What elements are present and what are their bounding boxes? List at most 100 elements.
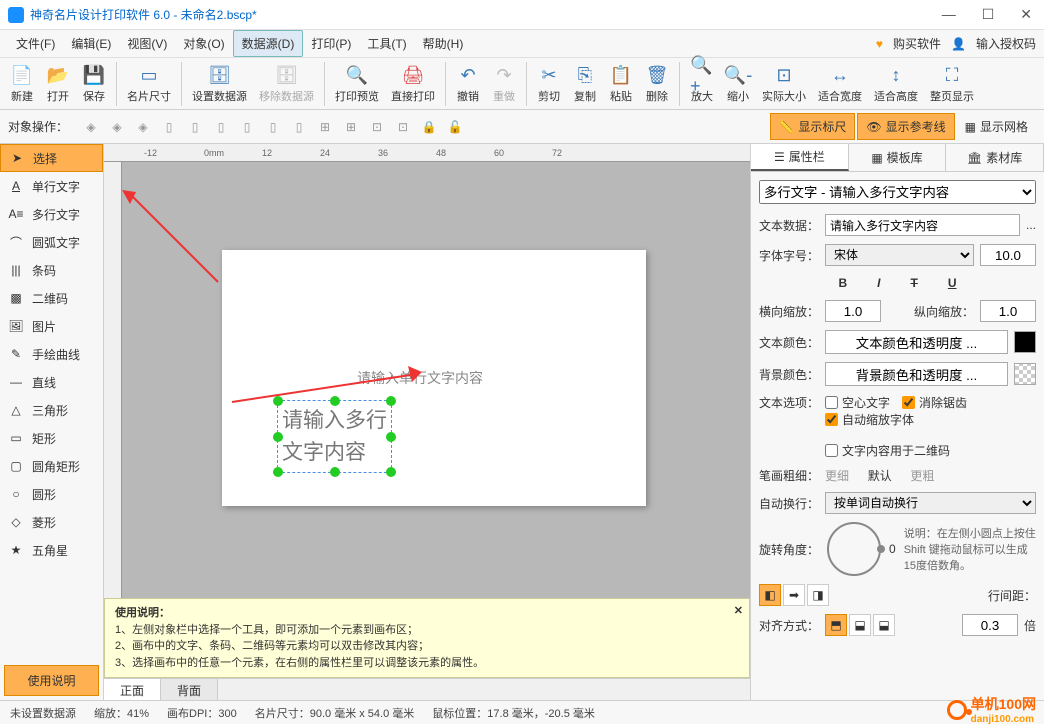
show-grid-toggle[interactable]: ▦显示网格 <box>957 114 1036 139</box>
new-button[interactable]: 📄新建 <box>4 62 40 106</box>
tool-rect[interactable]: ▭矩形 <box>0 424 103 452</box>
antialias-checkbox[interactable]: 消除锯齿 <box>902 394 967 411</box>
show-guides-toggle[interactable]: 👁显示参考线 <box>857 113 954 140</box>
multi-line-text-element[interactable]: 请输入多行文字内容 <box>277 400 392 473</box>
tab-assets[interactable]: 🏛素材库 <box>946 144 1044 171</box>
single-line-text-element[interactable]: 请输入单行文字内容 <box>357 368 483 388</box>
menu-file[interactable]: 文件(F) <box>8 31 63 56</box>
ungroup-icon[interactable]: ⊡ <box>392 116 414 138</box>
tab-properties[interactable]: ☰属性栏 <box>751 144 849 171</box>
show-ruler-toggle[interactable]: 📏显示标尺 <box>770 113 855 140</box>
bg-color-button[interactable]: 背景颜色和透明度 ... <box>825 362 1008 386</box>
italic-button[interactable]: I <box>871 274 886 292</box>
stroke-thin-button[interactable]: 更细 <box>825 467 849 484</box>
tab-back[interactable]: 背面 <box>161 679 218 700</box>
object-selector[interactable]: 多行文字 - 请输入多行文字内容 <box>759 180 1036 204</box>
autoscale-font-checkbox[interactable]: 自动缩放字体 <box>825 411 1036 428</box>
lock-icon[interactable]: 🔒 <box>418 116 440 138</box>
maximize-button[interactable]: ☐ <box>978 6 999 23</box>
tool-qrcode[interactable]: ▩二维码 <box>0 284 103 312</box>
print-preview-button[interactable]: 🔍打印预览 <box>329 62 385 106</box>
align-h-right-button[interactable]: ◨ <box>807 584 829 606</box>
distribute-v-icon[interactable]: ⊞ <box>340 116 362 138</box>
tab-templates[interactable]: ▦模板库 <box>849 144 947 171</box>
resize-handle-n[interactable] <box>330 396 340 406</box>
buy-software-link[interactable]: 购买软件 <box>893 35 941 52</box>
font-select[interactable]: 宋体 <box>825 244 974 266</box>
tool-freehand[interactable]: ✎手绘曲线 <box>0 340 103 368</box>
tool-diamond[interactable]: ◇菱形 <box>0 508 103 536</box>
menu-object[interactable]: 对象(O) <box>175 31 232 56</box>
menu-edit[interactable]: 编辑(E) <box>63 31 119 56</box>
rotation-dial[interactable] <box>827 522 881 576</box>
set-datasource-button[interactable]: 🗄设置数据源 <box>186 62 253 106</box>
align-top-icon[interactable]: ▯ <box>236 116 258 138</box>
menu-view[interactable]: 视图(V) <box>119 31 175 56</box>
copy-button[interactable]: ⎘复制 <box>567 62 603 106</box>
tab-front[interactable]: 正面 <box>104 679 161 700</box>
paste-button[interactable]: 📋粘贴 <box>603 62 639 106</box>
tool-barcode[interactable]: |||条码 <box>0 256 103 284</box>
align-bottom-icon[interactable]: ▯ <box>288 116 310 138</box>
menu-help[interactable]: 帮助(H) <box>415 31 472 56</box>
save-button[interactable]: 💾保存 <box>76 62 112 106</box>
vscale-input[interactable] <box>980 300 1036 322</box>
hollow-text-checkbox[interactable]: 空心文字 <box>825 394 890 411</box>
remove-datasource-button[interactable]: 🗄移除数据源 <box>253 62 320 106</box>
card-size-button[interactable]: ▭名片尺寸 <box>121 62 177 106</box>
card-canvas[interactable]: 请输入单行文字内容 请输入多行文字内容 <box>222 250 646 506</box>
align-h-left-button[interactable]: ◧ <box>759 584 781 606</box>
tool-star[interactable]: ★五角星 <box>0 536 103 564</box>
canvas-area[interactable]: -12 0mm 12 24 36 48 60 72 请输入单行文字内容 请输入多… <box>104 144 750 700</box>
zoom-in-button[interactable]: 🔍+放大 <box>684 62 720 106</box>
stroke-thick-button[interactable]: 更粗 <box>910 467 934 484</box>
align-middle-icon[interactable]: ▯ <box>262 116 284 138</box>
bold-button[interactable]: B <box>832 274 853 292</box>
layer-front-icon[interactable]: ◈ <box>106 116 128 138</box>
hscale-input[interactable] <box>825 300 881 322</box>
help-close-button[interactable]: ✕ <box>734 603 743 620</box>
strike-button[interactable]: T <box>905 274 924 292</box>
open-button[interactable]: 📂打开 <box>40 62 76 106</box>
line-space-input[interactable] <box>962 614 1018 636</box>
fit-page-button[interactable]: ⛶整页显示 <box>924 62 980 106</box>
close-button[interactable]: ✕ <box>1016 6 1036 23</box>
qr-content-checkbox[interactable]: 文字内容用于二维码 <box>825 442 1036 459</box>
distribute-h-icon[interactable]: ⊞ <box>314 116 336 138</box>
minimize-button[interactable]: — <box>938 6 960 23</box>
zoom-out-button[interactable]: 🔍-缩小 <box>720 62 756 106</box>
align-center-icon[interactable]: ▯ <box>184 116 206 138</box>
tool-image[interactable]: 🖼图片 <box>0 312 103 340</box>
tool-arc-text[interactable]: ⌒圆弧文字 <box>0 228 103 256</box>
align-left-icon[interactable]: ▯ <box>158 116 180 138</box>
text-color-button[interactable]: 文本颜色和透明度 ... <box>825 330 1008 354</box>
tool-round-rect[interactable]: ▢圆角矩形 <box>0 452 103 480</box>
tool-select[interactable]: ➤选择 <box>0 144 103 172</box>
cut-button[interactable]: ✂剪切 <box>531 62 567 106</box>
text-data-input[interactable] <box>825 214 1020 236</box>
text-data-more-button[interactable]: ... <box>1026 218 1036 232</box>
fit-height-button[interactable]: ↕适合高度 <box>868 62 924 106</box>
tool-circle[interactable]: ○圆形 <box>0 480 103 508</box>
wrap-select[interactable]: 按单词自动换行 <box>825 492 1036 514</box>
enter-code-link[interactable]: 输入授权码 <box>976 35 1036 52</box>
tool-multi-text[interactable]: A≡多行文字 <box>0 200 103 228</box>
group-icon[interactable]: ⊡ <box>366 116 388 138</box>
tool-single-text[interactable]: A单行文字 <box>0 172 103 200</box>
direct-print-button[interactable]: 🖨直接打印 <box>385 62 441 106</box>
align-v-bottom-button[interactable]: ⬓ <box>873 614 895 636</box>
align-v-top-button[interactable]: ⬒ <box>825 614 847 636</box>
actual-size-button[interactable]: ⊡实际大小 <box>756 62 812 106</box>
layer-back-icon[interactable]: ◈ <box>132 116 154 138</box>
align-right-icon[interactable]: ▯ <box>210 116 232 138</box>
underline-button[interactable]: U <box>942 274 963 292</box>
resize-handle-w[interactable] <box>273 432 283 442</box>
font-size-input[interactable] <box>980 244 1036 266</box>
menu-tools[interactable]: 工具(T) <box>359 31 414 56</box>
fit-width-button[interactable]: ↔适合宽度 <box>812 62 868 106</box>
resize-handle-sw[interactable] <box>273 467 283 477</box>
resize-handle-nw[interactable] <box>273 396 283 406</box>
layer-icon[interactable]: ◈ <box>80 116 102 138</box>
menu-print[interactable]: 打印(P) <box>303 31 359 56</box>
delete-button[interactable]: 🗑删除 <box>639 62 675 106</box>
